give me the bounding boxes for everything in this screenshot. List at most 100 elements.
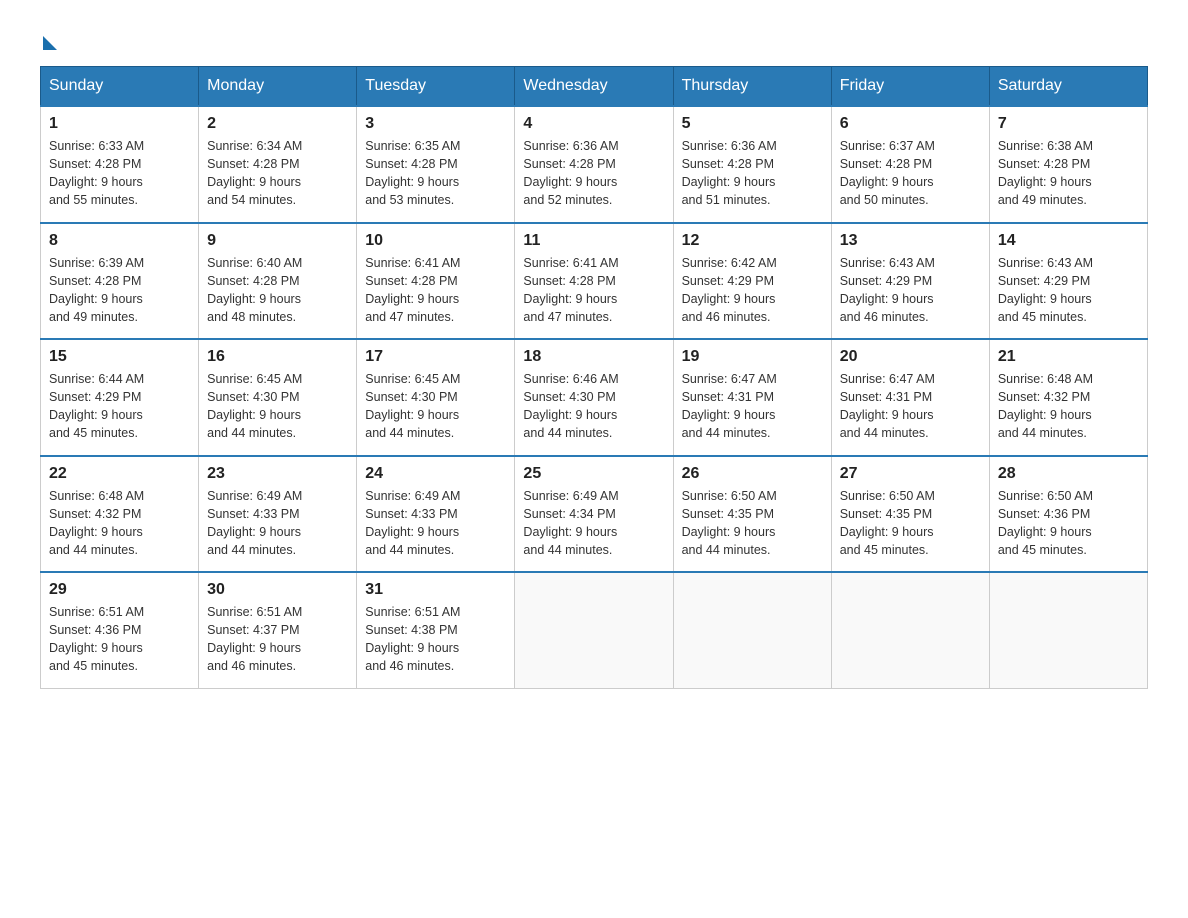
day-info: Sunrise: 6:50 AMSunset: 4:35 PMDaylight:… bbox=[840, 487, 981, 560]
day-number: 27 bbox=[840, 465, 981, 483]
day-number: 8 bbox=[49, 232, 190, 250]
calendar-week-row: 22Sunrise: 6:48 AMSunset: 4:32 PMDayligh… bbox=[41, 456, 1148, 573]
weekday-header-wednesday: Wednesday bbox=[515, 67, 673, 107]
calendar-week-row: 1 Sunrise: 6:33 AMSunset: 4:28 PMDaylight… bbox=[41, 106, 1148, 223]
day-number: 17 bbox=[365, 348, 506, 366]
day-number: 31 bbox=[365, 581, 506, 599]
calendar-day-cell: 28 Sunrise: 6:50 AMSunset: 4:36 PMDayligh… bbox=[989, 456, 1147, 573]
calendar-table: SundayMondayTuesdayWednesdayThursdayFrid… bbox=[40, 66, 1148, 689]
day-number: 11 bbox=[523, 232, 664, 250]
day-number: 24 bbox=[365, 465, 506, 483]
calendar-day-cell: 22Sunrise: 6:48 AMSunset: 4:32 PMDayligh… bbox=[41, 456, 199, 573]
day-info: Sunrise: 6:49 AMSunset: 4:34 PMDaylight:… bbox=[523, 487, 664, 560]
calendar-day-cell: 6 Sunrise: 6:37 AMSunset: 4:28 PMDaylight… bbox=[831, 106, 989, 223]
day-number: 22 bbox=[49, 465, 190, 483]
calendar-day-cell bbox=[515, 572, 673, 688]
weekday-header-sunday: Sunday bbox=[41, 67, 199, 107]
day-number: 6 bbox=[840, 115, 981, 133]
day-number: 12 bbox=[682, 232, 823, 250]
day-info: Sunrise: 6:35 AMSunset: 4:28 PMDaylight:… bbox=[365, 137, 506, 210]
day-info: Sunrise: 6:51 AMSunset: 4:37 PMDaylight:… bbox=[207, 603, 348, 676]
day-info: Sunrise: 6:36 AMSunset: 4:28 PMDaylight:… bbox=[682, 137, 823, 210]
day-info: Sunrise: 6:47 AMSunset: 4:31 PMDaylight:… bbox=[682, 370, 823, 443]
day-number: 5 bbox=[682, 115, 823, 133]
day-info: Sunrise: 6:50 AMSunset: 4:36 PMDaylight:… bbox=[998, 487, 1139, 560]
day-number: 4 bbox=[523, 115, 664, 133]
day-info: Sunrise: 6:43 AMSunset: 4:29 PMDaylight:… bbox=[998, 254, 1139, 327]
calendar-day-cell: 26 Sunrise: 6:50 AMSunset: 4:35 PMDayligh… bbox=[673, 456, 831, 573]
day-info: Sunrise: 6:49 AMSunset: 4:33 PMDaylight:… bbox=[207, 487, 348, 560]
weekday-header-saturday: Saturday bbox=[989, 67, 1147, 107]
day-info: Sunrise: 6:37 AMSunset: 4:28 PMDaylight:… bbox=[840, 137, 981, 210]
calendar-day-cell: 8 Sunrise: 6:39 AMSunset: 4:28 PMDaylight… bbox=[41, 223, 199, 340]
day-number: 2 bbox=[207, 115, 348, 133]
calendar-day-cell: 18 Sunrise: 6:46 AMSunset: 4:30 PMDayligh… bbox=[515, 339, 673, 456]
day-number: 1 bbox=[49, 115, 190, 133]
day-number: 15 bbox=[49, 348, 190, 366]
day-info: Sunrise: 6:50 AMSunset: 4:35 PMDaylight:… bbox=[682, 487, 823, 560]
calendar-day-cell: 31 Sunrise: 6:51 AMSunset: 4:38 PMDayligh… bbox=[357, 572, 515, 688]
weekday-header-thursday: Thursday bbox=[673, 67, 831, 107]
calendar-day-cell: 25 Sunrise: 6:49 AMSunset: 4:34 PMDayligh… bbox=[515, 456, 673, 573]
day-number: 29 bbox=[49, 581, 190, 599]
day-number: 26 bbox=[682, 465, 823, 483]
calendar-day-cell: 1 Sunrise: 6:33 AMSunset: 4:28 PMDaylight… bbox=[41, 106, 199, 223]
calendar-day-cell: 30Sunrise: 6:51 AMSunset: 4:37 PMDayligh… bbox=[199, 572, 357, 688]
calendar-day-cell: 9 Sunrise: 6:40 AMSunset: 4:28 PMDaylight… bbox=[199, 223, 357, 340]
calendar-day-cell: 20Sunrise: 6:47 AMSunset: 4:31 PMDayligh… bbox=[831, 339, 989, 456]
day-info: Sunrise: 6:46 AMSunset: 4:30 PMDaylight:… bbox=[523, 370, 664, 443]
weekday-header-friday: Friday bbox=[831, 67, 989, 107]
day-number: 16 bbox=[207, 348, 348, 366]
calendar-day-cell: 24 Sunrise: 6:49 AMSunset: 4:33 PMDayligh… bbox=[357, 456, 515, 573]
weekday-header-row: SundayMondayTuesdayWednesdayThursdayFrid… bbox=[41, 67, 1148, 107]
calendar-day-cell: 14Sunrise: 6:43 AMSunset: 4:29 PMDayligh… bbox=[989, 223, 1147, 340]
day-number: 23 bbox=[207, 465, 348, 483]
calendar-day-cell: 21 Sunrise: 6:48 AMSunset: 4:32 PMDayligh… bbox=[989, 339, 1147, 456]
calendar-week-row: 15 Sunrise: 6:44 AMSunset: 4:29 PMDayligh… bbox=[41, 339, 1148, 456]
day-number: 13 bbox=[840, 232, 981, 250]
calendar-day-cell: 29 Sunrise: 6:51 AMSunset: 4:36 PMDayligh… bbox=[41, 572, 199, 688]
calendar-day-cell: 23 Sunrise: 6:49 AMSunset: 4:33 PMDayligh… bbox=[199, 456, 357, 573]
day-info: Sunrise: 6:49 AMSunset: 4:33 PMDaylight:… bbox=[365, 487, 506, 560]
day-info: Sunrise: 6:40 AMSunset: 4:28 PMDaylight:… bbox=[207, 254, 348, 327]
day-info: Sunrise: 6:44 AMSunset: 4:29 PMDaylight:… bbox=[49, 370, 190, 443]
day-info: Sunrise: 6:33 AMSunset: 4:28 PMDaylight:… bbox=[49, 137, 190, 210]
calendar-day-cell: 12Sunrise: 6:42 AMSunset: 4:29 PMDayligh… bbox=[673, 223, 831, 340]
calendar-day-cell: 5 Sunrise: 6:36 AMSunset: 4:28 PMDaylight… bbox=[673, 106, 831, 223]
day-number: 21 bbox=[998, 348, 1139, 366]
day-info: Sunrise: 6:36 AMSunset: 4:28 PMDaylight:… bbox=[523, 137, 664, 210]
calendar-week-row: 8 Sunrise: 6:39 AMSunset: 4:28 PMDaylight… bbox=[41, 223, 1148, 340]
calendar-day-cell: 10Sunrise: 6:41 AMSunset: 4:28 PMDayligh… bbox=[357, 223, 515, 340]
day-number: 9 bbox=[207, 232, 348, 250]
calendar-day-cell bbox=[673, 572, 831, 688]
calendar-day-cell: 2Sunrise: 6:34 AMSunset: 4:28 PMDaylight… bbox=[199, 106, 357, 223]
calendar-day-cell: 17Sunrise: 6:45 AMSunset: 4:30 PMDayligh… bbox=[357, 339, 515, 456]
day-number: 28 bbox=[998, 465, 1139, 483]
logo-arrow-icon bbox=[43, 36, 57, 50]
day-info: Sunrise: 6:51 AMSunset: 4:38 PMDaylight:… bbox=[365, 603, 506, 676]
calendar-day-cell: 3 Sunrise: 6:35 AMSunset: 4:28 PMDaylight… bbox=[357, 106, 515, 223]
day-number: 7 bbox=[998, 115, 1139, 133]
day-number: 18 bbox=[523, 348, 664, 366]
day-number: 3 bbox=[365, 115, 506, 133]
calendar-day-cell bbox=[831, 572, 989, 688]
day-info: Sunrise: 6:51 AMSunset: 4:36 PMDaylight:… bbox=[49, 603, 190, 676]
calendar-day-cell: 19 Sunrise: 6:47 AMSunset: 4:31 PMDayligh… bbox=[673, 339, 831, 456]
calendar-week-row: 29 Sunrise: 6:51 AMSunset: 4:36 PMDayligh… bbox=[41, 572, 1148, 688]
calendar-day-cell: 11 Sunrise: 6:41 AMSunset: 4:28 PMDayligh… bbox=[515, 223, 673, 340]
day-info: Sunrise: 6:41 AMSunset: 4:28 PMDaylight:… bbox=[523, 254, 664, 327]
calendar-day-cell: 7 Sunrise: 6:38 AMSunset: 4:28 PMDaylight… bbox=[989, 106, 1147, 223]
day-number: 20 bbox=[840, 348, 981, 366]
day-info: Sunrise: 6:39 AMSunset: 4:28 PMDaylight:… bbox=[49, 254, 190, 327]
calendar-day-cell: 4 Sunrise: 6:36 AMSunset: 4:28 PMDaylight… bbox=[515, 106, 673, 223]
day-number: 19 bbox=[682, 348, 823, 366]
day-number: 25 bbox=[523, 465, 664, 483]
page-header bbox=[40, 30, 1148, 46]
calendar-day-cell: 15 Sunrise: 6:44 AMSunset: 4:29 PMDayligh… bbox=[41, 339, 199, 456]
weekday-header-tuesday: Tuesday bbox=[357, 67, 515, 107]
day-number: 10 bbox=[365, 232, 506, 250]
day-info: Sunrise: 6:43 AMSunset: 4:29 PMDaylight:… bbox=[840, 254, 981, 327]
day-info: Sunrise: 6:48 AMSunset: 4:32 PMDaylight:… bbox=[998, 370, 1139, 443]
calendar-day-cell: 13 Sunrise: 6:43 AMSunset: 4:29 PMDayligh… bbox=[831, 223, 989, 340]
day-info: Sunrise: 6:38 AMSunset: 4:28 PMDaylight:… bbox=[998, 137, 1139, 210]
